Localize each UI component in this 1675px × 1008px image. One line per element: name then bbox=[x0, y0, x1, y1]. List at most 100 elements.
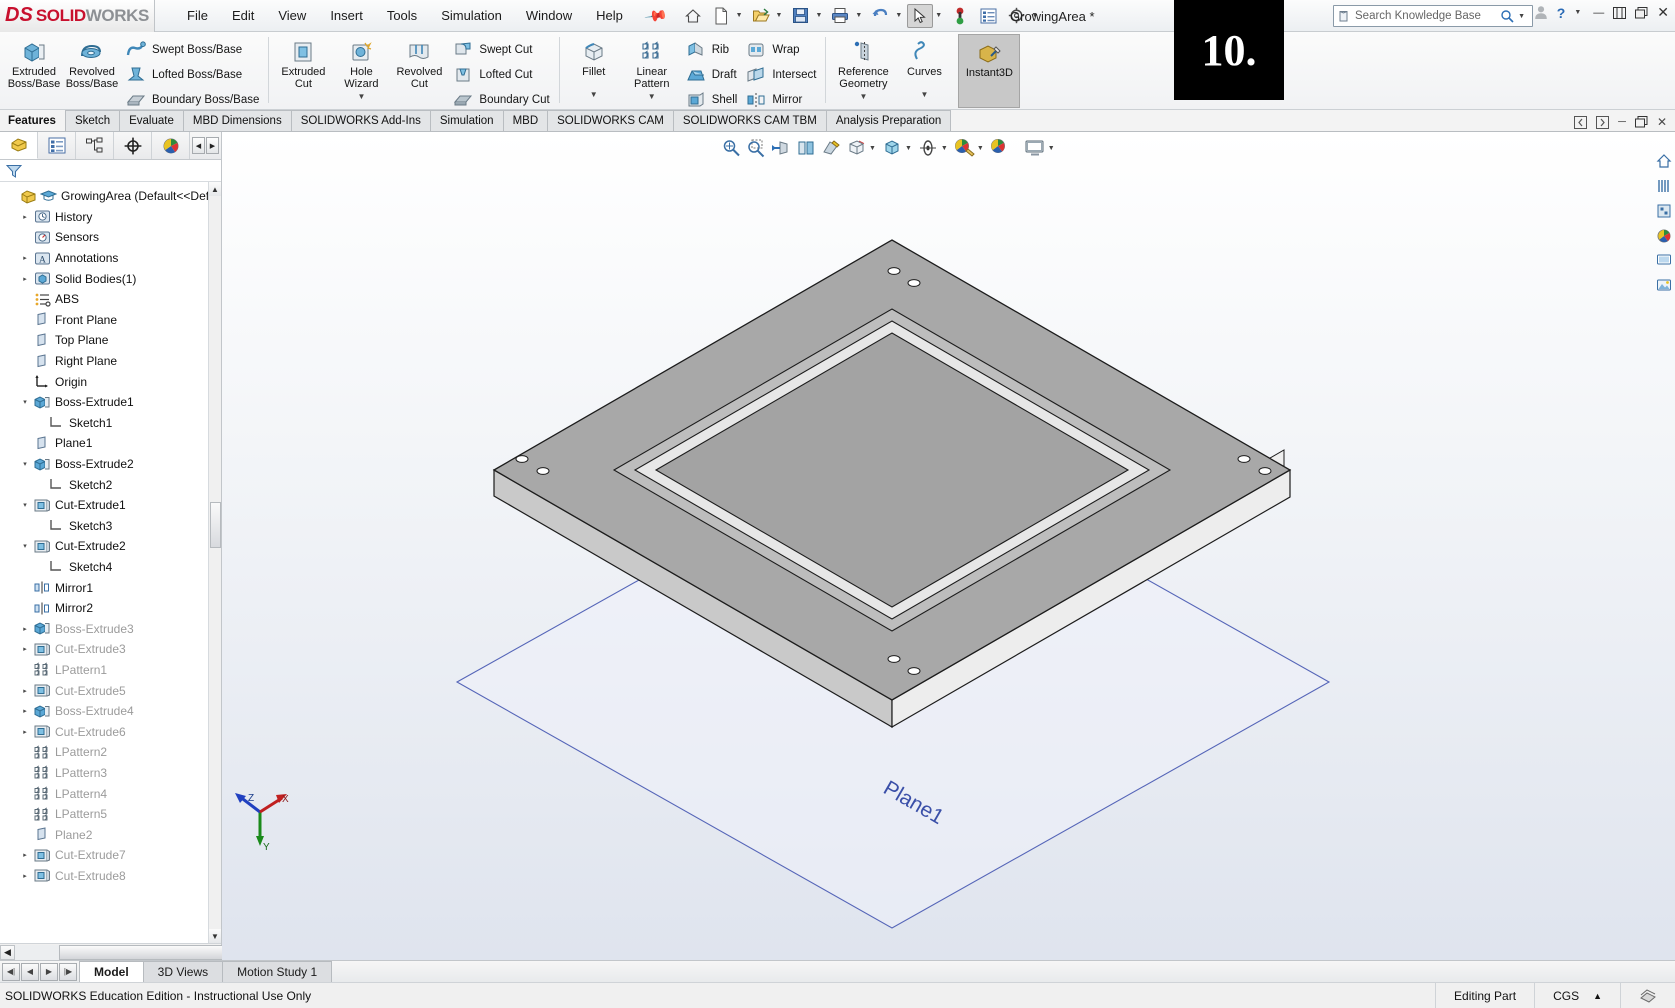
undo-caret-icon[interactable]: ▼ bbox=[895, 12, 902, 19]
view-section-icon[interactable] bbox=[1653, 200, 1675, 222]
tree-item[interactable]: Right Plane bbox=[0, 351, 221, 372]
menu-simulation[interactable]: Simulation bbox=[429, 4, 514, 27]
draft-button[interactable]: Draft bbox=[681, 63, 742, 87]
last-sheet-icon[interactable]: |▶ bbox=[59, 962, 77, 981]
tree-expand-toggle-icon[interactable]: ▾ bbox=[18, 460, 32, 468]
tree-expand-toggle-icon[interactable]: ▸ bbox=[18, 707, 32, 715]
lofted-boss-base-button[interactable]: Lofted Boss/Base bbox=[121, 63, 263, 87]
view-scene-icon[interactable] bbox=[1653, 275, 1675, 297]
tree-root-item[interactable]: GrowingArea (Default<<Defau bbox=[0, 186, 221, 207]
tree-item[interactable]: Plane2 bbox=[0, 824, 221, 845]
wrap-button[interactable]: Wrap bbox=[741, 38, 820, 62]
tree-item[interactable]: ▾ Boss-Extrude1 bbox=[0, 392, 221, 413]
tree-item[interactable]: LPattern3 bbox=[0, 763, 221, 784]
tree-item[interactable]: ▸ History bbox=[0, 207, 221, 228]
fm-prev-arrow[interactable]: ◀ bbox=[192, 137, 205, 154]
tab-solidworks-cam[interactable]: SOLIDWORKS CAM bbox=[547, 110, 674, 131]
menu-view[interactable]: View bbox=[266, 4, 318, 27]
tree-expand-toggle-icon[interactable]: ▸ bbox=[18, 254, 32, 262]
save-caret-icon[interactable]: ▼ bbox=[815, 12, 822, 19]
undo-icon[interactable] bbox=[867, 4, 893, 28]
tree-expand-toggle-icon[interactable]: ▾ bbox=[18, 501, 32, 509]
viewport-layout-caret-icon[interactable]: ▼ bbox=[1048, 145, 1055, 152]
next-sheet-icon[interactable]: ▶ bbox=[40, 962, 58, 981]
tree-scroll-thumb[interactable] bbox=[210, 502, 221, 548]
tab-solidworks-add-ins[interactable]: SOLIDWORKS Add-Ins bbox=[290, 110, 431, 131]
tree-item[interactable]: ▾ Cut-Extrude1 bbox=[0, 495, 221, 516]
tree-item[interactable]: Top Plane bbox=[0, 330, 221, 351]
menu-window[interactable]: Window bbox=[514, 4, 584, 27]
pin-icon[interactable]: 📌 bbox=[643, 3, 669, 29]
menu-edit[interactable]: Edit bbox=[220, 4, 266, 27]
tree-item[interactable]: Plane1 bbox=[0, 433, 221, 454]
tree-hscroll-left-button[interactable]: ◀ bbox=[0, 944, 15, 960]
appearances-caret-icon[interactable]: ▼ bbox=[941, 145, 948, 152]
fillet-button[interactable]: Fillet ▼ bbox=[565, 34, 623, 101]
tree-expand-toggle-icon[interactable]: ▸ bbox=[18, 687, 32, 695]
revolved-boss-base-button[interactable]: Revolved Boss/Base bbox=[63, 34, 121, 90]
tree-scroll-up-button[interactable]: ▲ bbox=[209, 182, 221, 196]
rebuild-icon[interactable] bbox=[947, 4, 973, 28]
tab-mbd-dimensions[interactable]: MBD Dimensions bbox=[182, 110, 292, 131]
print-icon[interactable] bbox=[827, 4, 853, 28]
view-orientation-icon[interactable] bbox=[794, 136, 818, 160]
display-manager-tab[interactable] bbox=[152, 132, 190, 159]
tab-features[interactable]: Features bbox=[0, 110, 66, 131]
zoom-to-fit-icon[interactable] bbox=[719, 136, 743, 160]
dimxpert-manager-tab[interactable] bbox=[114, 132, 152, 159]
view-home-icon[interactable] bbox=[1653, 150, 1675, 172]
tab-analysis-preparation[interactable]: Analysis Preparation bbox=[825, 110, 952, 131]
select-caret-icon[interactable]: ▼ bbox=[935, 12, 942, 19]
graphics-viewport[interactable]: ▼ ▼ ▼ ▼ ▼ Plane1 Z X Y bbox=[222, 132, 1675, 960]
zoom-to-area-icon[interactable] bbox=[744, 136, 768, 160]
linear-pattern-button[interactable]: Linear Pattern ▼ bbox=[623, 34, 681, 103]
hide-show-caret-icon[interactable]: ▼ bbox=[869, 145, 876, 152]
tree-item[interactable]: Mirror1 bbox=[0, 577, 221, 598]
tab-evaluate[interactable]: Evaluate bbox=[119, 110, 184, 131]
tab-sketch[interactable]: Sketch bbox=[64, 110, 121, 131]
home-icon[interactable] bbox=[680, 4, 706, 28]
search-input[interactable]: Search Knowledge Base ▼ bbox=[1333, 5, 1533, 27]
user-icon[interactable] bbox=[1534, 5, 1548, 20]
fillet-caret-icon[interactable]: ▼ bbox=[590, 89, 598, 101]
tree-item[interactable]: Sketch2 bbox=[0, 474, 221, 495]
tree-item[interactable]: Sketch4 bbox=[0, 557, 221, 578]
doc-close-icon[interactable]: ✕ bbox=[1657, 115, 1667, 129]
select-icon[interactable] bbox=[907, 3, 934, 28]
tree-expand-toggle-icon[interactable]: ▸ bbox=[18, 728, 32, 736]
tree-filter-bar[interactable] bbox=[0, 160, 221, 182]
tree-item[interactable]: ▸ Boss-Extrude4 bbox=[0, 701, 221, 722]
reference-geometry-caret-icon[interactable]: ▼ bbox=[859, 91, 867, 103]
tree-item[interactable]: LPattern5 bbox=[0, 804, 221, 825]
instant3d-button[interactable]: Instant3D bbox=[958, 34, 1021, 108]
tree-item[interactable]: ▸ Cut-Extrude3 bbox=[0, 639, 221, 660]
tree-item[interactable]: ▸ Boss-Extrude3 bbox=[0, 618, 221, 639]
prev-sheet-icon[interactable]: ◀ bbox=[21, 962, 39, 981]
maximize-button[interactable] bbox=[1635, 6, 1648, 19]
menu-help[interactable]: Help bbox=[584, 4, 635, 27]
help-caret-icon[interactable]: ▼ bbox=[1574, 9, 1581, 16]
view-settings-icon[interactable] bbox=[880, 136, 904, 160]
new-document-caret-icon[interactable]: ▼ bbox=[736, 12, 743, 19]
tree-expand-toggle-icon[interactable]: ▸ bbox=[18, 872, 32, 880]
view-display-icon[interactable] bbox=[1653, 250, 1675, 272]
model-graphics[interactable]: Plane1 bbox=[222, 132, 1675, 960]
tree-hscroll-track[interactable] bbox=[15, 944, 227, 960]
appearances-icon[interactable] bbox=[916, 136, 940, 160]
tree-item[interactable]: ▾ Boss-Extrude2 bbox=[0, 454, 221, 475]
boundary-boss-base-button[interactable]: Boundary Boss/Base bbox=[121, 88, 263, 112]
rib-button[interactable]: Rib bbox=[681, 38, 742, 62]
tree-expand-toggle-icon[interactable]: ▾ bbox=[18, 398, 32, 406]
print-caret-icon[interactable]: ▼ bbox=[855, 12, 862, 19]
tree-item[interactable]: Sketch3 bbox=[0, 516, 221, 537]
close-button[interactable]: ✕ bbox=[1657, 4, 1669, 21]
feature-tree[interactable]: GrowingArea (Default<<Defau ▸ History Senso… bbox=[0, 182, 221, 943]
hide-show-items-icon[interactable] bbox=[844, 136, 868, 160]
tab-mbd[interactable]: MBD bbox=[502, 110, 549, 131]
tree-item[interactable]: ▸ Solid Bodies(1) bbox=[0, 268, 221, 289]
intersect-button[interactable]: Intersect bbox=[741, 63, 820, 87]
status-units-caret-icon[interactable]: ▲ bbox=[1593, 991, 1602, 1001]
tree-item[interactable]: ▾ Cut-Extrude2 bbox=[0, 536, 221, 557]
tab-simulation[interactable]: Simulation bbox=[429, 110, 504, 131]
menu-tools[interactable]: Tools bbox=[375, 4, 429, 27]
